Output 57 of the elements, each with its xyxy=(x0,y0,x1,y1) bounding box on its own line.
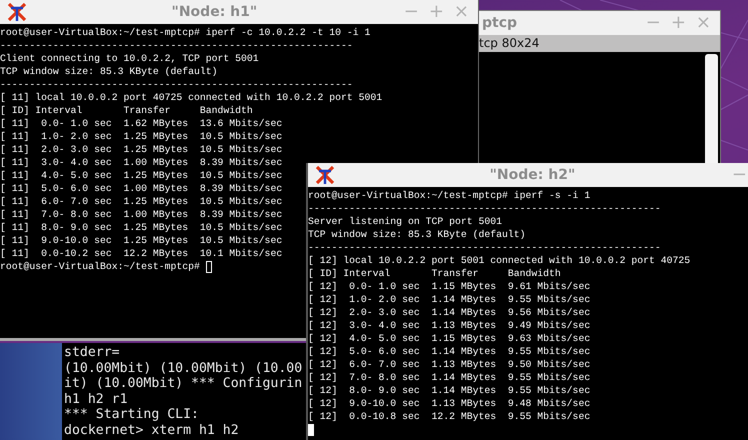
terminal-line: TCP window size: 85.3 KByte (default) xyxy=(308,228,526,241)
terminal-line: [ 12] 4.0- 5.0 sec 1.15 MBytes 9.63 Mbits/sec xyxy=(308,332,590,345)
terminal-line: [ 11] 4.0- 5.0 sec 1.25 MBytes 10.5 Mbits/sec xyxy=(0,169,282,182)
window-title: "Node: h1" xyxy=(170,4,258,20)
console-line: dockernet> xterm h1 h2 xyxy=(64,422,240,438)
terminal-line: ------------------------------------------------------------ xyxy=(308,241,661,254)
terminal-line: [ 12] 9.0-10.0 sec 1.13 MBytes 9.48 Mbits/sec xyxy=(308,397,590,410)
terminal-line: [ 12] 0.0-10.8 sec 12.2 MBytes 9.55 Mbits/sec xyxy=(308,410,590,423)
terminal-line: [ 11] 6.0- 7.0 sec 1.25 MBytes 10.5 Mbits/sec xyxy=(0,195,282,208)
terminal-line: root@user-VirtualBox:~/test-mptcp# iperf -c 10.0.2.2 -t 10 -i 1 xyxy=(0,26,370,39)
terminal-line: [ 11] 1.0- 2.0 sec 1.25 MBytes 10.5 Mbits/sec xyxy=(0,130,282,143)
terminal-line: [ 12] 6.0- 7.0 sec 1.13 MBytes 9.50 Mbits/sec xyxy=(308,358,590,371)
terminal-line: [ 11] 9.0-10.0 sec 1.25 MBytes 10.5 Mbits/sec xyxy=(0,234,282,247)
window-control-button[interactable]: − xyxy=(642,13,664,33)
terminal-line: Client connecting to 10.0.2.2, TCP port 5001 xyxy=(0,52,259,65)
terminal-line: [ 12] 1.0- 2.0 sec 1.14 MBytes 9.55 Mbits/sec xyxy=(308,293,590,306)
window-title: ptcp xyxy=(482,15,518,31)
terminal-line: [ 11] 0.0-10.2 sec 12.2 MBytes 10.1 Mbits/sec xyxy=(0,247,282,260)
terminal-line: [ 11] 7.0- 8.0 sec 1.00 MBytes 8.39 Mbits/sec xyxy=(0,208,282,221)
terminal-line: [ 12] 5.0- 6.0 sec 1.14 MBytes 9.55 Mbits/sec xyxy=(308,345,590,358)
terminal-line: [ ID] Interval Transfer Bandwidth xyxy=(308,267,561,280)
terminal-line: [ 11] 2.0- 3.0 sec 1.25 MBytes 10.5 Mbits/sec xyxy=(0,143,282,156)
terminal-line: [ 12] 7.0- 8.0 sec 1.14 MBytes 9.55 Mbits/sec xyxy=(308,371,590,384)
terminal-line: ------------------------------------------------------------ xyxy=(308,202,661,215)
window-title: "Node: h2" xyxy=(488,167,576,183)
window-control-button[interactable]: + xyxy=(426,2,447,22)
console-line: *** Starting CLI: xyxy=(64,407,200,422)
app-icon xyxy=(6,1,28,23)
terminal-tab[interactable]: tcp 80x24 xyxy=(479,35,720,52)
window-control-button[interactable]: − xyxy=(728,165,748,185)
console-line: h1 h2 r1 xyxy=(64,392,129,407)
terminal-line: Server listening on TCP port 5001 xyxy=(308,215,502,228)
terminal-line: [ ID] Interval Transfer Bandwidth xyxy=(0,104,253,117)
app-icon xyxy=(314,164,336,186)
terminal-line: [ 12] 2.0- 3.0 sec 1.14 MBytes 9.56 Mbits/sec xyxy=(308,306,590,319)
window-control-button[interactable]: × xyxy=(450,2,472,22)
terminal-line: [ 12] 3.0- 4.0 sec 1.13 MBytes 9.49 Mbits/sec xyxy=(308,319,590,332)
console-line: stderr= xyxy=(64,345,121,360)
terminal-line: [ 11] 0.0- 1.0 sec 1.62 MBytes 13.6 Mbits/sec xyxy=(0,117,282,130)
terminal-line: root@user-VirtualBox:~/test-mptcp# iperf -s -i 1 xyxy=(308,189,590,202)
terminal-line: [ 11] 3.0- 4.0 sec 1.00 MBytes 8.39 Mbits/sec xyxy=(0,156,282,169)
scrollbar[interactable] xyxy=(705,54,718,164)
window-control-button[interactable]: × xyxy=(692,13,714,33)
window-control-button[interactable]: + xyxy=(668,13,689,33)
console-line: it) (10.00Mbit) *** Configurin xyxy=(64,376,304,392)
console-line: (10.00Mbit) (10.00Mbit) (10.00 xyxy=(64,360,304,376)
terminal-line: [ 12] 0.0- 1.0 sec 1.15 MBytes 9.61 Mbits/sec xyxy=(308,280,590,293)
terminal-line: [ 11] local 10.0.0.2 port 40725 connected with 10.0.2.2 port 5001 xyxy=(0,91,382,104)
terminal-line: root@user-VirtualBox:~/test-mptcp# xyxy=(0,260,200,273)
terminal-line: [ 11] 8.0- 9.0 sec 1.25 MBytes 10.5 Mbits/sec xyxy=(0,221,282,234)
terminal-line: [ 12] local 10.0.2.2 port 5001 connected with 10.0.0.2 port 40725 xyxy=(308,254,690,267)
terminal-line: [ 12] 8.0- 9.0 sec 1.14 MBytes 9.55 Mbits/sec xyxy=(308,384,590,397)
terminal-line: [ 11] 5.0- 6.0 sec 1.00 MBytes 8.39 Mbits/sec xyxy=(0,182,282,195)
window-control-button[interactable]: − xyxy=(400,2,422,22)
terminal-line: ------------------------------------------------------------ xyxy=(0,39,353,52)
terminal-line: ------------------------------------------------------------ xyxy=(0,78,353,91)
terminal-line: TCP window size: 85.3 KByte (default) xyxy=(0,65,218,78)
